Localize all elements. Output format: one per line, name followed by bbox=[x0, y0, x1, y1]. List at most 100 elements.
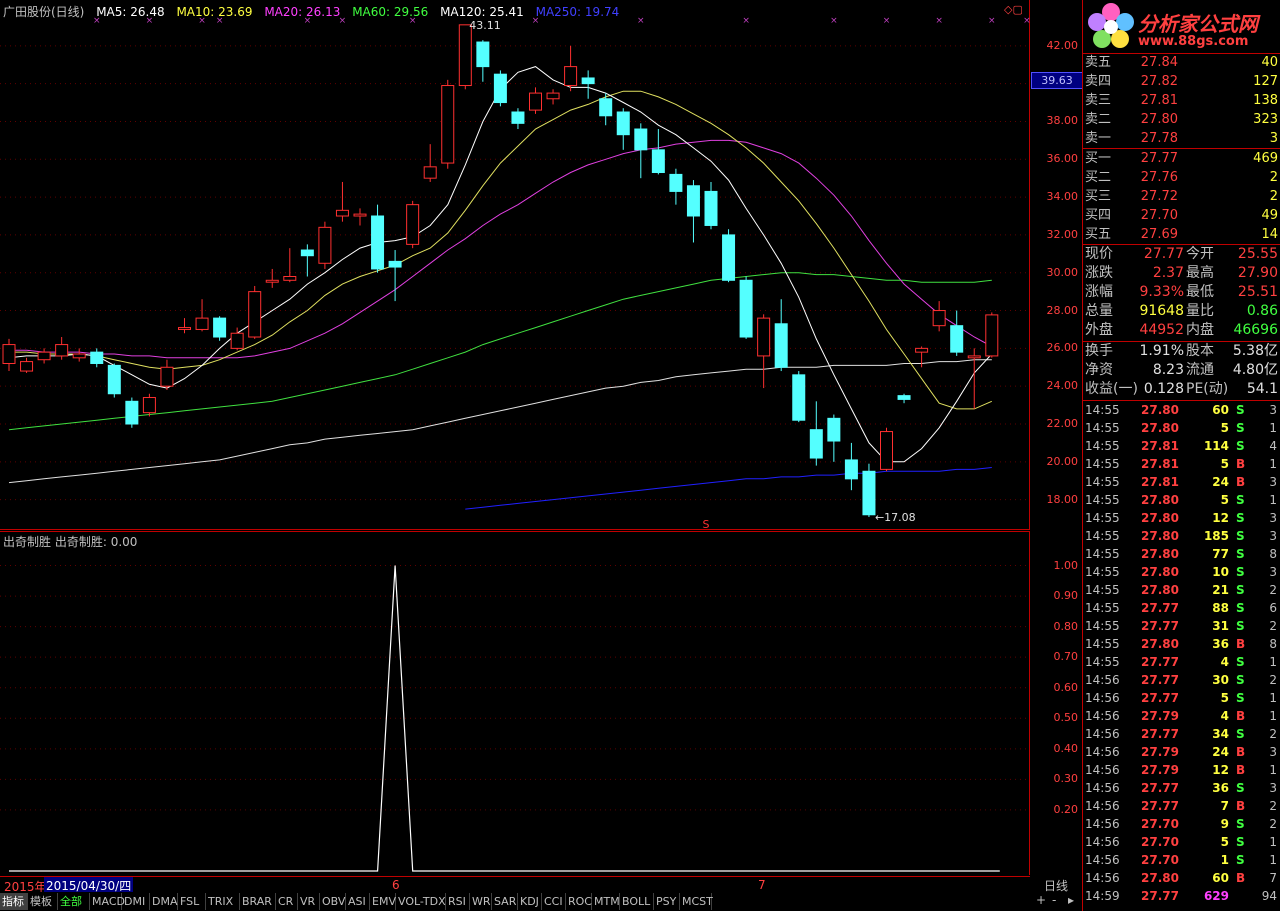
candle[interactable] bbox=[20, 361, 34, 372]
tab-kdj[interactable]: KDJ bbox=[518, 893, 542, 910]
candle[interactable] bbox=[844, 459, 858, 480]
tab-dma[interactable]: DMA bbox=[150, 893, 178, 910]
candle[interactable] bbox=[178, 327, 191, 330]
candle[interactable] bbox=[230, 332, 244, 349]
candle[interactable] bbox=[739, 279, 753, 338]
candle[interactable] bbox=[493, 73, 507, 104]
ask-row[interactable]: 卖二 27.80 323 bbox=[1084, 110, 1280, 129]
tab-emv[interactable]: EMV bbox=[370, 893, 396, 910]
candle[interactable] bbox=[757, 317, 771, 357]
candle[interactable] bbox=[265, 279, 279, 283]
candle[interactable] bbox=[37, 351, 51, 361]
candle[interactable] bbox=[511, 111, 525, 124]
candle[interactable] bbox=[581, 77, 595, 85]
tab-全部[interactable]: 全部 bbox=[58, 893, 90, 910]
candle[interactable] bbox=[300, 249, 314, 257]
candle[interactable] bbox=[529, 92, 542, 111]
candle[interactable] bbox=[107, 364, 121, 395]
tab-指标[interactable]: 指标 bbox=[0, 893, 28, 910]
tab-fsl[interactable]: FSL bbox=[178, 893, 206, 910]
ask-row[interactable]: 卖三 27.81 138 bbox=[1084, 91, 1280, 110]
tab-brar[interactable]: BRAR bbox=[240, 893, 276, 910]
candle[interactable] bbox=[55, 344, 69, 357]
zoom-in-button[interactable]: + bbox=[1036, 893, 1046, 907]
tick-volume: 1 bbox=[1220, 853, 1229, 867]
candle[interactable] bbox=[476, 41, 490, 68]
candle[interactable] bbox=[388, 260, 402, 268]
tick-volume: 36 bbox=[1212, 781, 1229, 795]
candle[interactable] bbox=[423, 166, 437, 179]
candle[interactable] bbox=[248, 291, 262, 338]
tab-mcst[interactable]: MCST bbox=[680, 893, 713, 910]
tab-vr[interactable]: VR bbox=[298, 893, 320, 910]
bid-row[interactable]: 买一 27.77 469 bbox=[1084, 149, 1280, 168]
candle[interactable] bbox=[616, 111, 630, 136]
ask-row[interactable]: 卖一 27.78 3 bbox=[1084, 129, 1280, 148]
candle[interactable] bbox=[72, 353, 86, 359]
tab-macd[interactable]: MACD bbox=[90, 893, 125, 910]
candle[interactable] bbox=[704, 190, 718, 226]
candle[interactable] bbox=[651, 149, 665, 174]
candle[interactable] bbox=[335, 209, 349, 217]
tab-sar[interactable]: SAR bbox=[492, 893, 518, 910]
tab-cci[interactable]: CCI bbox=[542, 893, 566, 910]
tab-vol-tdx[interactable]: VOL-TDX bbox=[396, 893, 446, 910]
tab-obv[interactable]: OBV bbox=[320, 893, 346, 910]
candle[interactable] bbox=[406, 204, 420, 245]
candle[interactable] bbox=[564, 66, 578, 87]
candle[interactable] bbox=[880, 431, 893, 470]
bid-row[interactable]: 买二 27.76 2 bbox=[1084, 168, 1280, 187]
candle[interactable] bbox=[546, 92, 560, 100]
candle[interactable] bbox=[195, 317, 209, 330]
tab-asi[interactable]: ASI bbox=[346, 893, 370, 910]
candle[interactable] bbox=[686, 185, 700, 217]
tab-dmi[interactable]: DMI bbox=[122, 893, 150, 910]
candle[interactable] bbox=[90, 351, 104, 364]
candle[interactable] bbox=[441, 85, 455, 164]
tab-mtm[interactable]: MTM bbox=[592, 893, 620, 910]
candle[interactable] bbox=[353, 213, 367, 217]
candle[interactable] bbox=[792, 374, 806, 421]
candle[interactable] bbox=[371, 215, 385, 270]
candle[interactable] bbox=[125, 400, 139, 425]
bid-row[interactable]: 买四 27.70 49 bbox=[1084, 206, 1280, 225]
tab-psy[interactable]: PSY bbox=[654, 893, 680, 910]
scroll-right-icon[interactable]: ▸ bbox=[1068, 893, 1074, 907]
tab-boll[interactable]: BOLL bbox=[620, 893, 654, 910]
candle[interactable] bbox=[160, 366, 174, 387]
ask-row[interactable]: 卖五 27.84 40 bbox=[1084, 53, 1280, 72]
tab-roc[interactable]: ROC bbox=[566, 893, 592, 910]
tab-trix[interactable]: TRIX bbox=[206, 893, 240, 910]
candle[interactable] bbox=[283, 276, 297, 281]
candle[interactable] bbox=[2, 344, 16, 364]
candle[interactable] bbox=[809, 429, 823, 459]
tab-wr[interactable]: WR bbox=[470, 893, 492, 910]
candle[interactable] bbox=[897, 395, 911, 400]
tab-模板[interactable]: 模板 bbox=[28, 893, 58, 910]
candle[interactable] bbox=[827, 417, 841, 442]
candle[interactable] bbox=[985, 314, 999, 357]
tab-rsi[interactable]: RSI bbox=[446, 893, 470, 910]
candle[interactable] bbox=[722, 234, 736, 281]
zoom-out-button[interactable]: - bbox=[1052, 893, 1056, 907]
bid-row[interactable]: 买五 27.69 14 bbox=[1084, 225, 1280, 244]
price-chart[interactable]: × × × × × × × × × × × × × × ×43.11←17.08S bbox=[0, 0, 1030, 530]
candle[interactable] bbox=[967, 355, 981, 359]
candle[interactable] bbox=[915, 347, 929, 353]
candle[interactable] bbox=[862, 470, 876, 516]
ask-row[interactable]: 卖四 27.82 127 bbox=[1084, 72, 1280, 91]
diamond-box-icon[interactable]: ◇▢ bbox=[1004, 4, 1026, 16]
candle[interactable] bbox=[213, 317, 227, 338]
candle[interactable] bbox=[599, 98, 613, 117]
candle[interactable] bbox=[669, 173, 683, 192]
candle[interactable] bbox=[932, 310, 946, 327]
indicator-chart[interactable] bbox=[0, 531, 1030, 875]
tab-cr[interactable]: CR bbox=[276, 893, 298, 910]
candle[interactable] bbox=[142, 397, 156, 414]
candle[interactable] bbox=[950, 325, 964, 353]
candle[interactable] bbox=[634, 128, 648, 151]
candle[interactable] bbox=[774, 323, 788, 368]
bid-row[interactable]: 买三 27.72 2 bbox=[1084, 187, 1280, 206]
candle[interactable] bbox=[458, 24, 472, 87]
candle[interactable] bbox=[318, 226, 332, 264]
